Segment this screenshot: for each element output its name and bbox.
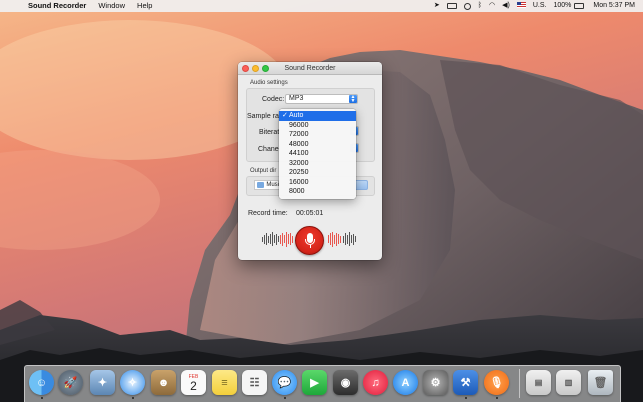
trash-icon[interactable]: 🗑	[588, 370, 613, 395]
codec-label: Codec:	[262, 96, 285, 103]
record-time-label: Record time:	[248, 210, 288, 217]
messages-running-indicator	[284, 397, 286, 399]
xcode-icon[interactable]: ⚒	[453, 370, 478, 395]
sample-rate-option[interactable]: 20250	[279, 168, 356, 178]
xcode-running-indicator	[465, 397, 467, 399]
sample-rate-dropdown[interactable]: ✓ Auto 96000 72000 48000 44100 32000 202…	[279, 109, 356, 199]
sound-recorder-running-indicator	[496, 397, 498, 399]
menu-help[interactable]: Help	[137, 0, 152, 12]
finder-running-indicator	[41, 397, 43, 399]
notes-icon[interactable]: ≡	[212, 370, 237, 395]
app-store-icon[interactable]: A	[393, 370, 418, 395]
channel-label: Chanel	[258, 146, 281, 153]
contacts-icon[interactable]: ☻	[151, 370, 176, 395]
sample-rate-label: Sample rat	[247, 113, 281, 120]
waveform-right-active	[328, 231, 342, 247]
battery-percent[interactable]: 100%	[553, 0, 571, 12]
sample-rate-option[interactable]: 72000	[279, 130, 356, 140]
documents-stack-icon[interactable]: ▥	[556, 370, 581, 395]
system-preferences-icon[interactable]: ⚙	[423, 370, 448, 395]
volume-icon[interactable]: ◀)	[502, 0, 510, 12]
sound-recorder-dock-icon[interactable]: 🎙	[484, 370, 509, 395]
sample-rate-option-label: Auto	[289, 112, 304, 119]
checkmark-icon: ✓	[282, 112, 288, 119]
menu-bar: Sound Recorder Window Help ➤ ᛒ ◠ ◀) U.S.…	[0, 0, 643, 12]
output-dir-value: Musi	[266, 182, 279, 188]
battery-icon[interactable]	[574, 3, 585, 9]
dock-separator	[519, 369, 520, 398]
sample-rate-option[interactable]: 16000	[279, 178, 356, 188]
messages-icon[interactable]: 💬	[272, 370, 297, 395]
calendar-day: 2	[190, 378, 197, 393]
calendar-icon[interactable]: FEB 2	[181, 370, 206, 395]
input-source-label[interactable]: U.S.	[533, 0, 547, 12]
sample-rate-option[interactable]: 48000	[279, 140, 356, 150]
microphone-base	[309, 245, 311, 248]
menu-app-name[interactable]: Sound Recorder	[28, 0, 86, 12]
safari-icon[interactable]: ✧	[120, 370, 145, 395]
codec-stepper-icon: ▲ ▼	[349, 94, 357, 104]
zoom-window-button[interactable]	[262, 65, 269, 72]
menubar-clock[interactable]: Mon 5:37 PM	[593, 0, 635, 12]
sample-rate-option[interactable]: 96000	[279, 121, 356, 131]
folder-icon	[257, 182, 265, 188]
facetime-icon[interactable]: ▶	[302, 370, 327, 395]
location-arrow-icon[interactable]: ➤	[434, 0, 440, 12]
bluetooth-icon[interactable]: ᛒ	[478, 0, 482, 12]
sample-rate-option[interactable]: 8000	[279, 187, 356, 197]
window-title: Sound Recorder	[284, 65, 336, 72]
sample-rate-option[interactable]: 44100	[279, 149, 356, 159]
minimize-window-button[interactable]	[252, 65, 259, 72]
waveform-right	[343, 231, 357, 247]
sample-rate-option[interactable]: 32000	[279, 159, 356, 169]
record-time-value: 00:05:01	[296, 210, 324, 217]
reminders-icon[interactable]: ☷	[242, 370, 267, 395]
audio-settings-label: Audio settings	[250, 80, 288, 86]
sample-rate-option-selected[interactable]: ✓ Auto	[279, 111, 356, 121]
input-source-flag-icon[interactable]	[516, 0, 526, 12]
wifi-icon[interactable]: ◠	[489, 0, 495, 12]
itunes-icon[interactable]: ♫	[363, 370, 388, 395]
codec-select[interactable]: MP3 ▲ ▼	[285, 94, 358, 104]
safari-running-indicator	[132, 397, 134, 399]
choose-output-dir-button[interactable]	[354, 180, 368, 190]
close-window-button[interactable]	[242, 65, 249, 72]
display-icon[interactable]	[446, 3, 457, 9]
photo-booth-icon[interactable]: ◉	[333, 370, 358, 395]
output-dir-field[interactable]: Musi	[254, 180, 280, 190]
record-button[interactable]	[295, 226, 324, 255]
bitrate-label: Biterat	[259, 129, 280, 136]
preview-icon[interactable]: ✦	[90, 370, 115, 395]
menu-window[interactable]: Window	[98, 0, 125, 12]
status-area: ➤ ᛒ ◠ ◀) U.S. 100% Mon 5:37 PM	[427, 0, 643, 12]
waveform-left-active	[280, 231, 294, 247]
window-titlebar[interactable]: Sound Recorder	[238, 62, 382, 75]
codec-value: MP3	[289, 95, 304, 102]
time-machine-icon[interactable]	[463, 2, 471, 10]
finder-icon[interactable]: ☺	[29, 370, 54, 395]
output-dir-label: Output dir	[250, 168, 277, 174]
launchpad-icon[interactable]: 🚀	[58, 370, 83, 395]
downloads-stack-icon[interactable]: ▤	[526, 370, 551, 395]
